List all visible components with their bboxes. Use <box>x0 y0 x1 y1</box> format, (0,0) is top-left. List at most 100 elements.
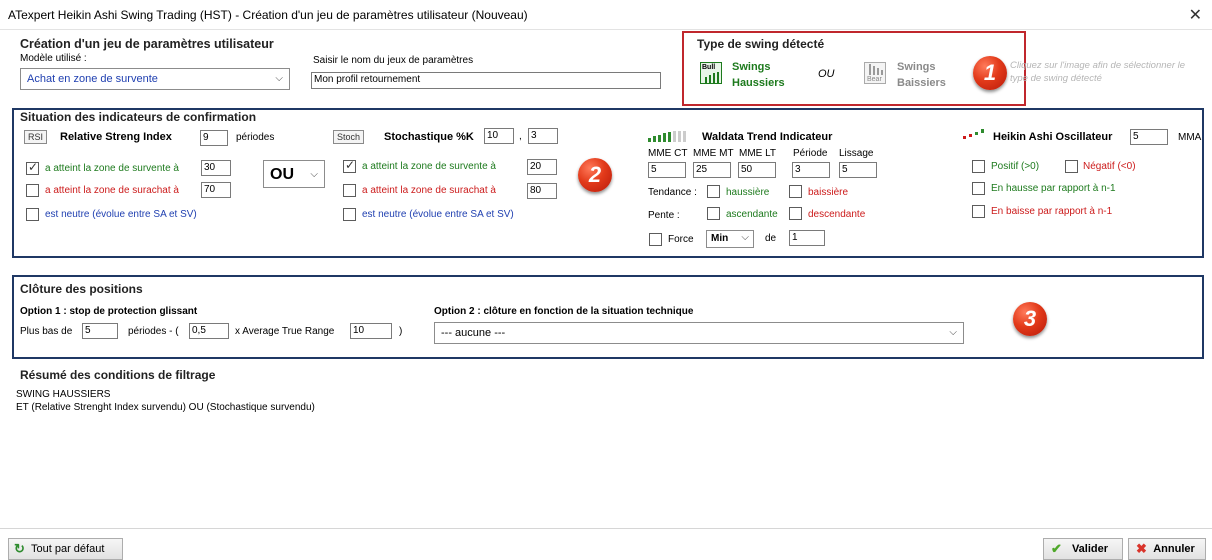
chevron-down-icon: ⌵ <box>949 327 957 338</box>
stoch-oversold-input[interactable]: 20 <box>527 159 557 175</box>
waldata-col-lissage: Lissage <box>839 148 874 159</box>
waldata-col-periode: Période <box>793 148 828 159</box>
close-icon[interactable]: ✕ <box>1189 5 1202 25</box>
heikin-positive-checkbox[interactable] <box>972 160 985 173</box>
default-button[interactable]: ↻ Tout par défaut <box>8 538 123 560</box>
option2-title: Option 2 : clôture en fonction de la sit… <box>434 306 694 317</box>
model-label: Modèle utilisé : <box>20 53 87 64</box>
heikin-mma-input[interactable]: 5 <box>1130 129 1168 145</box>
stoch-separator: , <box>519 131 522 142</box>
waldata-asc-label: ascendante <box>726 209 778 220</box>
heikin-fall-label: En baisse par rapport à n-1 <box>991 206 1113 217</box>
swing-or-label: OU <box>818 68 835 80</box>
waldata-asc-checkbox[interactable] <box>707 207 720 220</box>
waldata-up-label: haussière <box>726 187 770 198</box>
option1-periods-label: périodes - ( <box>128 326 179 337</box>
option1-low-input[interactable]: 5 <box>82 323 118 339</box>
stoch-neutral-checkbox[interactable] <box>343 208 356 221</box>
step-badge-3: 3 <box>1013 302 1047 336</box>
validate-button-label: Valider <box>1071 543 1109 555</box>
option1-title: Option 1 : stop de protection glissant <box>20 306 198 317</box>
stoch-overbought-checkbox[interactable] <box>343 184 356 197</box>
waldata-col-mme-lt: MME LT <box>739 148 777 159</box>
heikin-rise-label: En hausse par rapport à n-1 <box>991 183 1116 194</box>
heikin-negative-checkbox[interactable] <box>1065 160 1078 173</box>
rsi-neutral-label: est neutre (évolue entre SA et SV) <box>45 209 197 220</box>
operator-value: OU <box>270 166 294 183</box>
waldata-periode-input[interactable]: 3 <box>792 162 830 178</box>
bear-swing-label-1[interactable]: Swings <box>897 61 936 73</box>
model-select-value: Achat en zone de survente <box>27 73 158 85</box>
waldata-force-value-input[interactable]: 1 <box>789 230 825 246</box>
profile-name-label: Saisir le nom du jeux de paramètres <box>313 55 474 66</box>
rsi-tag: RSI <box>24 130 48 144</box>
profile-name-value: Mon profil retournement <box>314 74 421 85</box>
stoch-d-input[interactable]: 3 <box>528 128 558 144</box>
stoch-k-input[interactable]: 10 <box>484 128 514 144</box>
option1-atr-label: x Average True Range <box>235 326 335 337</box>
heikin-ashi-icon <box>963 129 984 139</box>
waldata-mme-mt-input[interactable]: 25 <box>693 162 731 178</box>
validate-button[interactable]: ✔ Valider <box>1043 538 1123 560</box>
waldata-col-mme-mt: MME MT <box>693 148 734 159</box>
waldata-force-label: Force <box>668 234 694 245</box>
swing-hint-line-1: Cliquez sur l'image afin de sélectionner… <box>1010 60 1186 71</box>
option1-multiplier-input[interactable]: 0,5 <box>189 323 229 339</box>
waldata-lissage-input[interactable]: 5 <box>839 162 877 178</box>
creation-section-title: Création d'un jeu de paramètres utilisat… <box>20 37 274 51</box>
waldata-desc-label: descendante <box>808 209 866 220</box>
cancel-button-label: Annuler <box>1153 543 1195 555</box>
waldata-mme-lt-input[interactable]: 50 <box>738 162 776 178</box>
option2-select[interactable]: --- aucune --- ⌵ <box>434 322 964 344</box>
bear-swing-label-2[interactable]: Baissiers <box>897 77 946 89</box>
stoch-neutral-label: est neutre (évolue entre SA et SV) <box>362 209 514 220</box>
operator-select[interactable]: OU ⌵ <box>263 160 325 188</box>
stoch-oversold-checkbox[interactable] <box>343 158 356 173</box>
swing-type-title: Type de swing détecté <box>697 37 825 51</box>
rsi-overbought-label: a atteint la zone de surachat à <box>45 185 179 196</box>
cancel-button[interactable]: ✖ Annuler <box>1128 538 1206 560</box>
option1-close-paren: ) <box>399 326 403 337</box>
profile-name-input[interactable]: Mon profil retournement <box>311 72 661 89</box>
heikin-positive-label: Positif (>0) <box>991 161 1040 172</box>
waldata-force-checkbox[interactable] <box>649 233 662 246</box>
window-titlebar: ATexpert Heikin Ashi Swing Trading (HST)… <box>0 0 1212 30</box>
waldata-down-checkbox[interactable] <box>789 185 802 198</box>
chevron-down-icon: ⌵ <box>275 73 283 84</box>
rsi-oversold-input[interactable]: 30 <box>201 160 231 176</box>
waldata-up-checkbox[interactable] <box>707 185 720 198</box>
rsi-overbought-checkbox[interactable] <box>26 184 39 197</box>
rsi-periods-label: périodes <box>236 132 275 143</box>
step-badge-1: 1 <box>973 56 1007 90</box>
heikin-negative-label: Négatif (<0) <box>1083 161 1136 172</box>
waldata-slope-label: Pente : <box>648 210 680 221</box>
heikin-name: Heikin Ashi Oscillateur <box>993 131 1113 143</box>
waldata-down-label: baissière <box>808 187 849 198</box>
indicators-title: Situation des indicateurs de confirmatio… <box>20 110 257 124</box>
bull-swing-icon[interactable]: Bull <box>700 62 722 84</box>
option1-atr-input[interactable]: 10 <box>350 323 392 339</box>
step-badge-2: 2 <box>578 158 612 192</box>
waldata-mme-ct-input[interactable]: 5 <box>648 162 686 178</box>
option2-value: --- aucune --- <box>441 327 506 339</box>
window-title: ATexpert Heikin Ashi Swing Trading (HST)… <box>8 8 528 22</box>
heikin-rise-checkbox[interactable] <box>972 182 985 195</box>
rsi-oversold-checkbox[interactable] <box>26 160 39 175</box>
waldata-desc-checkbox[interactable] <box>789 207 802 220</box>
heikin-fall-checkbox[interactable] <box>972 205 985 218</box>
waldata-force-select[interactable]: Min ⌵ <box>706 230 754 248</box>
rsi-name: Relative Streng Index <box>60 131 172 143</box>
checkmark-icon: ✔ <box>1051 541 1062 556</box>
rsi-periods-input[interactable]: 9 <box>200 130 228 146</box>
bull-swing-label-2[interactable]: Haussiers <box>732 77 785 89</box>
rsi-oversold-label: a atteint la zone de survente à <box>45 163 179 174</box>
swing-hint-line-2: type de swing détecté <box>1010 73 1102 84</box>
bear-swing-icon[interactable]: Bear <box>864 62 886 84</box>
stoch-overbought-input[interactable]: 80 <box>527 183 557 199</box>
rsi-overbought-input[interactable]: 70 <box>201 182 231 198</box>
bull-swing-label-1[interactable]: Swings <box>732 61 771 73</box>
model-select[interactable]: Achat en zone de survente ⌵ <box>20 68 290 90</box>
stoch-name: Stochastique %K <box>384 131 474 143</box>
rsi-neutral-checkbox[interactable] <box>26 208 39 221</box>
stoch-overbought-label: a atteint la zone de surachat à <box>362 185 496 196</box>
